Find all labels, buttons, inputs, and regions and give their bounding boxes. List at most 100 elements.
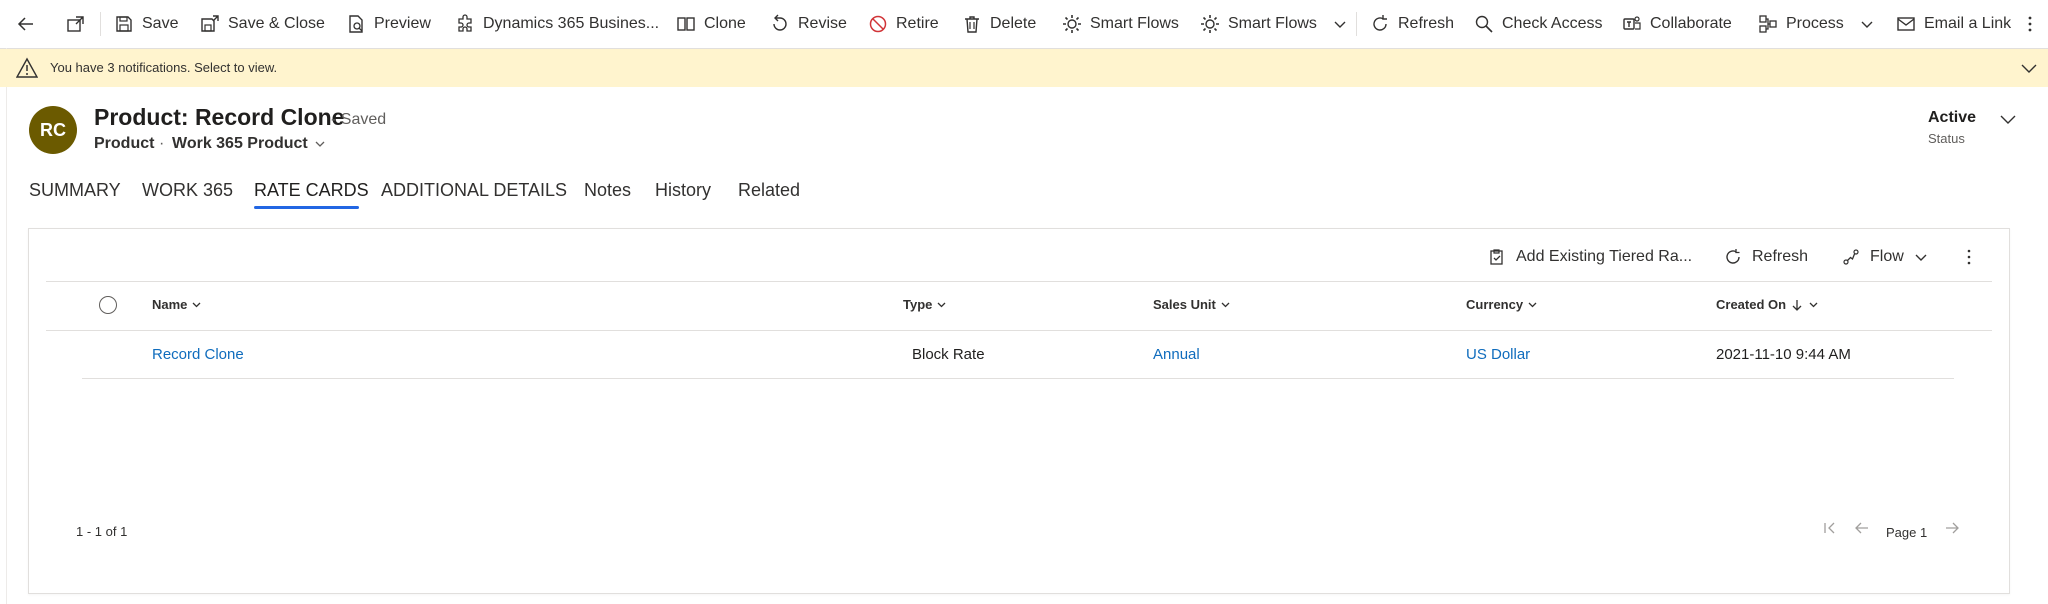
check-access-button[interactable]: Check Access — [1474, 0, 1602, 48]
column-header-created-on[interactable]: Created On — [1716, 297, 1819, 312]
flow-button[interactable]: Flow — [1842, 242, 1928, 272]
revise-icon — [773, 14, 787, 31]
more-commands-button[interactable] — [2020, 0, 2040, 48]
process-label: Process — [1786, 15, 1844, 32]
smart-flows-icon — [1063, 15, 1081, 33]
revise-label: Revise — [798, 15, 847, 32]
column-header-sales-unit[interactable]: Sales Unit — [1153, 297, 1231, 312]
page-indicator: Page 1 — [1886, 525, 1928, 540]
save-close-label: Save & Close — [228, 15, 325, 32]
delete-icon — [965, 16, 979, 33]
email-link-button[interactable]: Email a Link — [1896, 0, 2011, 48]
grid-refresh-button[interactable]: Refresh — [1724, 242, 1808, 272]
process-icon — [1759, 15, 1777, 33]
row-divider — [82, 378, 1954, 379]
chevron-down-icon — [1221, 302, 1230, 308]
tab-additional-details[interactable]: ADDITIONAL DETAILS — [381, 180, 567, 201]
smart-flows-dropdown-button[interactable]: Smart Flows — [1200, 0, 1347, 48]
select-all-checkbox[interactable] — [99, 296, 117, 314]
column-header-label: Created On — [1716, 297, 1787, 312]
chevron-down-icon — [1528, 302, 1537, 308]
chevron-down-icon[interactable] — [2020, 59, 2038, 77]
preview-label: Preview — [374, 15, 431, 32]
save-close-button[interactable]: Save & Close — [200, 0, 325, 48]
smart-flows-button[interactable]: Smart Flows — [1062, 0, 1179, 48]
smart-flows-icon — [1201, 15, 1219, 33]
status-label: Status — [1928, 131, 1965, 146]
retire-button[interactable]: Retire — [868, 0, 939, 48]
revise-button[interactable]: Revise — [770, 0, 847, 48]
column-header-label: Type — [903, 297, 933, 312]
next-page-icon[interactable] — [1944, 520, 1960, 536]
save-status: - Saved — [331, 111, 387, 128]
tab-related[interactable]: Related — [738, 180, 800, 201]
chevron-down-icon — [1334, 21, 1346, 28]
avatar: RC — [29, 106, 77, 154]
refresh-icon — [1373, 15, 1387, 31]
chevron-down-icon — [315, 141, 325, 147]
clone-button[interactable]: Clone — [676, 0, 746, 48]
dynamics-365-label: Dynamics 365 Busines... — [483, 15, 660, 32]
column-header-name[interactable]: Name — [152, 297, 202, 312]
grid-more-button[interactable] — [1960, 242, 1978, 272]
grid-toolbar-divider — [46, 281, 1992, 282]
delete-button[interactable]: Delete — [962, 0, 1036, 48]
column-header-type[interactable]: Type — [903, 297, 947, 312]
open-new-window-icon — [67, 16, 84, 32]
chevron-down-icon[interactable] — [1999, 110, 2017, 128]
refresh-icon — [1726, 249, 1740, 264]
add-existing-icon — [1490, 249, 1503, 265]
column-header-currency[interactable]: Currency — [1466, 297, 1538, 312]
refresh-button[interactable]: Refresh — [1370, 0, 1454, 48]
left-rail — [0, 48, 7, 604]
retire-label: Retire — [896, 15, 939, 32]
notification-text: You have 3 notifications. Select to view… — [50, 60, 278, 75]
chevron-down-icon — [192, 302, 201, 308]
preview-button[interactable]: Preview — [346, 0, 431, 48]
row-currency-link[interactable]: US Dollar — [1466, 346, 1530, 363]
form-selector[interactable]: Work 365 Product — [172, 135, 326, 153]
row-sales-unit-link[interactable]: Annual — [1153, 346, 1200, 363]
save-button[interactable]: Save — [114, 0, 178, 48]
tab-notes[interactable]: Notes — [584, 180, 631, 201]
notification-bar[interactable]: You have 3 notifications. Select to view… — [0, 49, 2048, 87]
more-vertical-icon — [1967, 249, 1971, 265]
rate-cards-subgrid — [28, 228, 2010, 594]
open-new-window-button[interactable] — [66, 0, 86, 48]
more-vertical-icon — [2028, 16, 2032, 32]
add-existing-label: Add Existing Tiered Ra... — [1516, 248, 1693, 265]
process-button[interactable]: Process — [1758, 0, 1874, 48]
command-separator — [100, 12, 101, 36]
status-value: Active — [1928, 109, 1977, 126]
tab-summary[interactable]: SUMMARY — [29, 180, 121, 201]
grid-refresh-label: Refresh — [1752, 248, 1809, 265]
collaborate-button[interactable]: Collaborate — [1622, 0, 1732, 48]
flow-label: Flow — [1870, 248, 1904, 265]
column-header-label: Sales Unit — [1153, 297, 1216, 312]
dynamics-365-button[interactable]: Dynamics 365 Busines... — [455, 0, 659, 48]
chevron-down-icon — [1809, 302, 1818, 308]
column-header-label: Currency — [1466, 297, 1524, 312]
tab-work-365[interactable]: WORK 365 — [142, 180, 233, 201]
warning-icon — [16, 57, 38, 78]
record-count: 1 - 1 of 1 — [76, 524, 128, 539]
add-existing-button[interactable]: Add Existing Tiered Ra... — [1488, 242, 1692, 272]
collaborate-label: Collaborate — [1650, 15, 1732, 32]
row-type: Block Rate — [912, 346, 985, 363]
page-title: Product: Record Clone — [94, 104, 345, 130]
flow-icon — [1843, 249, 1859, 265]
save-label: Save — [142, 15, 179, 32]
email-link-label: Email a Link — [1924, 15, 2012, 32]
tab-rate-cards[interactable]: RATE CARDS — [254, 180, 369, 201]
first-page-icon[interactable] — [1822, 520, 1838, 536]
entity-name: Product — [94, 135, 155, 152]
chevron-down-icon — [1915, 254, 1927, 261]
previous-page-icon[interactable] — [1854, 520, 1870, 536]
tab-history[interactable]: History — [655, 180, 711, 201]
table-row[interactable] — [82, 331, 1954, 377]
command-separator — [1356, 12, 1357, 36]
preview-icon — [349, 15, 363, 33]
save-close-icon — [201, 15, 219, 32]
back-button[interactable] — [16, 0, 36, 48]
row-name-link[interactable]: Record Clone — [152, 346, 244, 363]
